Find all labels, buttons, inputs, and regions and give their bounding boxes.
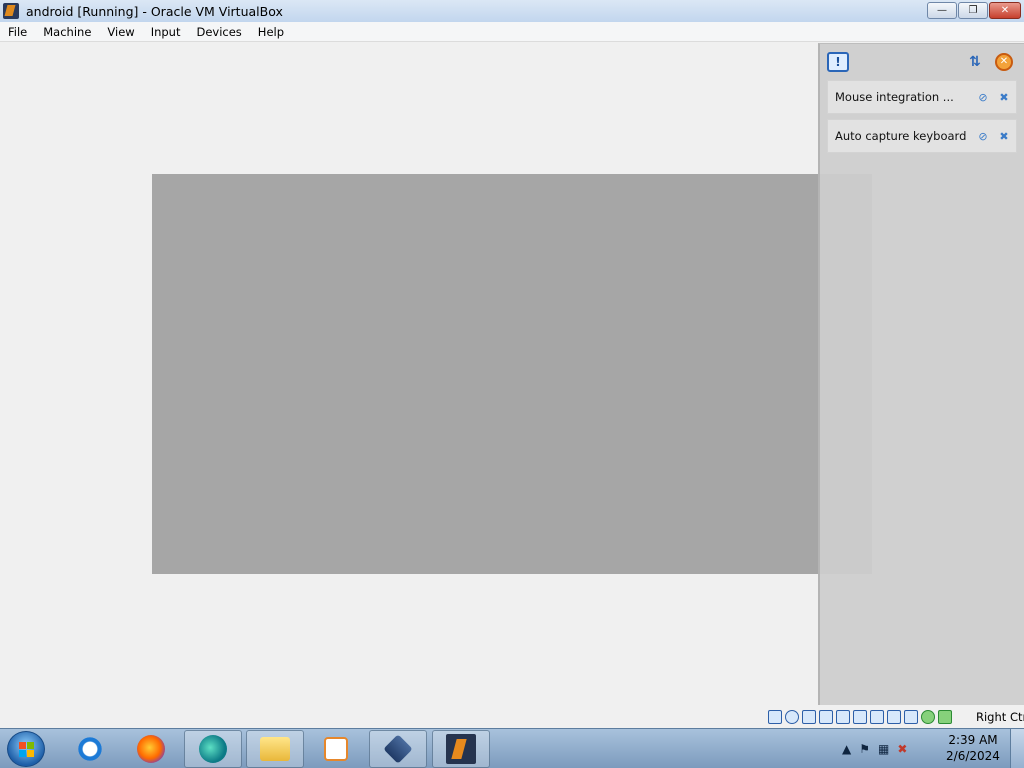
internet-explorer-icon bbox=[76, 735, 104, 763]
menu-bar: File Machine View Input Devices Help bbox=[0, 22, 1024, 42]
host-key-label: Right Ctrl bbox=[976, 710, 1024, 724]
taskbar-edge[interactable] bbox=[184, 730, 242, 768]
title-bar[interactable]: android [Running] - Oracle VM VirtualBox… bbox=[0, 0, 1024, 22]
restore-button[interactable]: ❐ bbox=[958, 2, 988, 19]
menu-input[interactable]: Input bbox=[143, 25, 189, 39]
vm-screen[interactable] bbox=[152, 174, 872, 574]
network-icon[interactable] bbox=[819, 710, 833, 724]
start-button[interactable] bbox=[7, 731, 45, 767]
windows-taskbar: ▲ ⚑ ▦ ✖ 2:39 AM 2/6/2024 bbox=[0, 728, 1024, 768]
recording-icon[interactable] bbox=[887, 710, 901, 724]
folder-icon bbox=[260, 737, 290, 761]
taskbar-file-explorer[interactable] bbox=[246, 730, 304, 768]
usb-icon[interactable] bbox=[836, 710, 850, 724]
virtualbox-vm-icon bbox=[446, 734, 476, 764]
notification-label: Auto capture keyboard ... bbox=[835, 129, 969, 143]
taskbar-virtualbox-manager[interactable] bbox=[369, 730, 427, 768]
clock-date: 2/6/2024 bbox=[946, 749, 1000, 763]
clock-time: 2:39 AM bbox=[948, 733, 998, 747]
window-title: android [Running] - Oracle VM VirtualBox bbox=[26, 3, 283, 19]
menu-help[interactable]: Help bbox=[250, 25, 292, 39]
shared-folders-icon[interactable] bbox=[853, 710, 867, 724]
menu-view[interactable]: View bbox=[99, 25, 142, 39]
network-status-icon[interactable]: ▦ bbox=[878, 742, 889, 756]
notification-label: Mouse integration ... bbox=[835, 90, 954, 104]
optical-drive-icon[interactable] bbox=[785, 710, 799, 724]
close-notification-icon[interactable]: ✖ bbox=[997, 91, 1011, 104]
system-tray: ▲ ⚑ ▦ ✖ bbox=[842, 729, 907, 768]
status-indicators bbox=[768, 710, 952, 724]
taskbar-media-player[interactable] bbox=[307, 730, 365, 768]
sort-notifications-icon[interactable]: ⇅ bbox=[966, 53, 984, 71]
do-not-show-again-icon[interactable]: ⊘ bbox=[976, 91, 990, 104]
keyboard-capture-icon[interactable] bbox=[938, 710, 952, 724]
close-notification-icon[interactable]: ✖ bbox=[997, 130, 1011, 143]
display-icon[interactable] bbox=[870, 710, 884, 724]
media-player-icon bbox=[324, 737, 348, 761]
firefox-icon bbox=[137, 735, 165, 763]
notification-item-mouse-integration[interactable]: Mouse integration ... ⊘ ✖ bbox=[827, 80, 1017, 114]
menu-file[interactable]: File bbox=[0, 25, 35, 39]
virtualbox-vm-icon bbox=[3, 3, 19, 19]
virtualbox-icon bbox=[383, 734, 413, 764]
audio-icon[interactable] bbox=[802, 710, 816, 724]
taskbar-virtualbox-vm[interactable] bbox=[432, 730, 490, 768]
taskbar-firefox[interactable] bbox=[122, 730, 180, 768]
volume-muted-icon[interactable]: ✖ bbox=[897, 742, 907, 756]
close-button[interactable]: ✕ bbox=[989, 2, 1021, 19]
clear-all-notifications-icon[interactable]: ✕ bbox=[995, 53, 1013, 71]
mouse-integration-icon[interactable] bbox=[921, 710, 935, 724]
vm-status-bar: Right Ctrl bbox=[0, 706, 1024, 728]
vt-x-icon[interactable] bbox=[904, 710, 918, 724]
notification-item-auto-capture-keyboard[interactable]: Auto capture keyboard ... ⊘ ✖ bbox=[827, 119, 1017, 153]
hard-disk-icon[interactable] bbox=[768, 710, 782, 724]
action-center-flag-icon[interactable]: ⚑ bbox=[859, 742, 870, 756]
minimize-button[interactable]: — bbox=[927, 2, 957, 19]
notification-center: ! ⇅ ✕ Mouse integration ... ⊘ ✖ Auto cap… bbox=[818, 43, 1024, 705]
notification-center-icon[interactable]: ! bbox=[827, 52, 849, 72]
show-hidden-icons-icon[interactable]: ▲ bbox=[842, 742, 851, 756]
edge-icon bbox=[199, 735, 227, 763]
taskbar-internet-explorer[interactable] bbox=[61, 730, 119, 768]
window-controls: — ❐ ✕ bbox=[927, 2, 1021, 19]
menu-devices[interactable]: Devices bbox=[188, 25, 249, 39]
show-desktop-button[interactable] bbox=[1010, 729, 1024, 768]
menu-machine[interactable]: Machine bbox=[35, 25, 99, 39]
system-clock[interactable]: 2:39 AM 2/6/2024 bbox=[942, 732, 1004, 764]
do-not-show-again-icon[interactable]: ⊘ bbox=[976, 130, 990, 143]
